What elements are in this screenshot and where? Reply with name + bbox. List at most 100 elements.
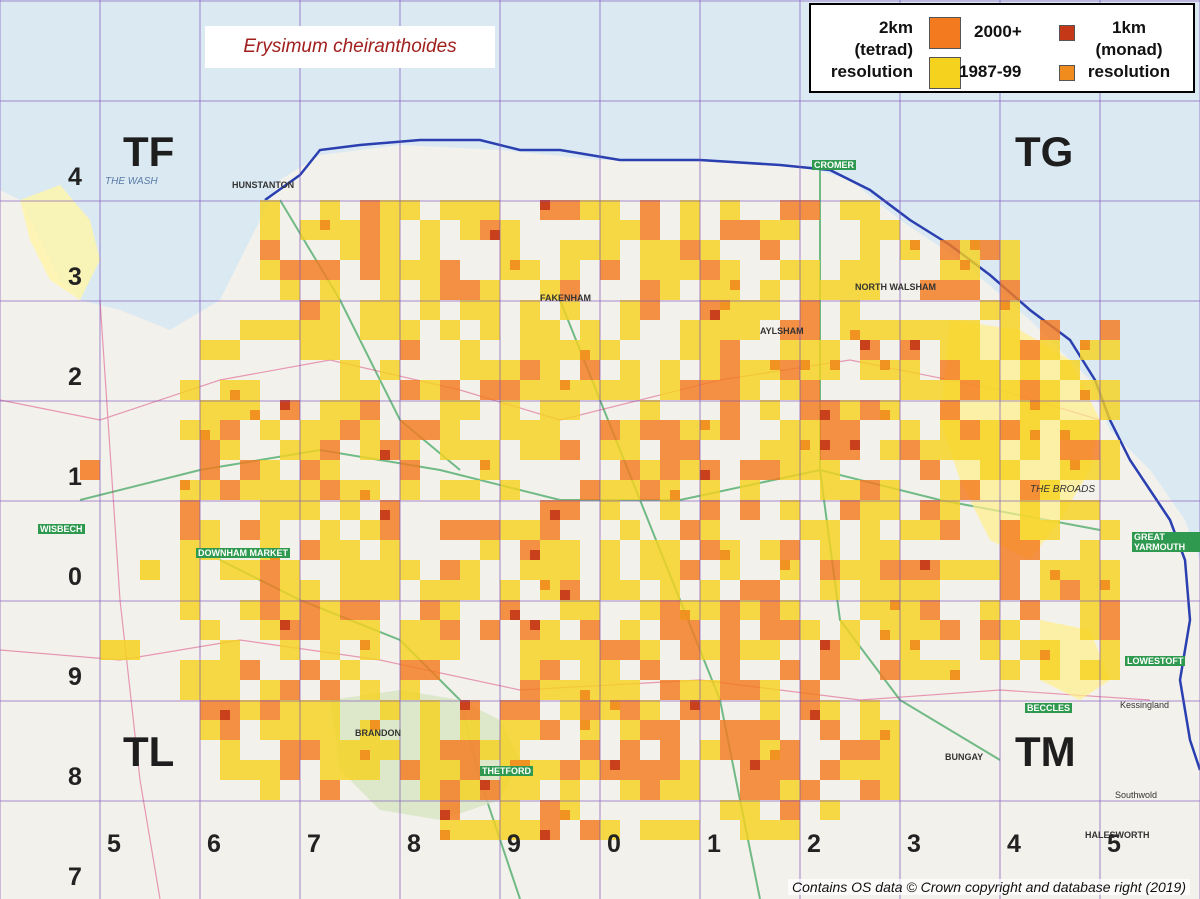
tetrad-cell-old	[320, 400, 340, 420]
tetrad-cell-recent	[580, 740, 600, 760]
tetrad-cell-recent	[460, 520, 480, 540]
tetrad-cell-old	[800, 340, 820, 360]
tetrad-cell-old	[560, 540, 580, 560]
tetrad-cell-old	[760, 640, 780, 660]
tetrad-cell-recent	[860, 480, 880, 500]
monad-cell	[1030, 430, 1040, 440]
tetrad-cell-old	[280, 500, 300, 520]
tetrad-cell-recent	[1060, 580, 1080, 600]
tetrad-cell-old	[260, 220, 280, 240]
monad-cell	[560, 590, 570, 600]
tetrad-cell-old	[940, 380, 960, 400]
tetrad-cell-old	[600, 240, 620, 260]
tetrad-cell-old	[460, 300, 480, 320]
tetrad-cell-old	[780, 340, 800, 360]
tetrad-cell	[80, 460, 100, 480]
tetrad-cell-old	[1080, 540, 1100, 560]
tetrad-cell-recent	[580, 360, 600, 380]
tetrad-cell-old	[900, 660, 920, 680]
tetrad-cell-old	[1040, 520, 1060, 540]
tetrad-cell-old	[420, 740, 440, 760]
tetrad-cell-old	[780, 500, 800, 520]
easting-4: 4	[1007, 830, 1021, 858]
tetrad-cell-old	[1020, 500, 1040, 520]
tetrad-cell-recent	[600, 420, 620, 440]
tetrad-cell-old	[1000, 240, 1020, 260]
tetrad-cell-old	[560, 600, 580, 620]
tetrad-cell-recent	[660, 420, 680, 440]
tetrad-cell-recent	[240, 660, 260, 680]
tetrad-cell-old	[540, 320, 560, 340]
tetrad-cell-old	[500, 240, 520, 260]
tetrad-cell-old	[960, 440, 980, 460]
tetrad-cell-recent	[240, 520, 260, 540]
tetrad-cell-old	[920, 620, 940, 640]
tetrad-cell-recent	[640, 420, 660, 440]
tetrad-cell-old	[700, 240, 720, 260]
tetrad-cell-old	[520, 640, 540, 660]
tetrad-cell-recent	[360, 600, 380, 620]
tetrad-cell-old	[860, 520, 880, 540]
tetrad-cell-old	[700, 320, 720, 340]
tetrad-cell-old	[900, 360, 920, 380]
tetrad-cell-old	[720, 200, 740, 220]
tetrad-cell-old	[220, 440, 240, 460]
tetrad-cell-recent	[840, 500, 860, 520]
monad-cell	[610, 760, 620, 770]
northing-9: 9	[68, 663, 82, 691]
monad-cell	[360, 490, 370, 500]
tetrad-cell-old	[620, 380, 640, 400]
tetrad-cell-old	[540, 680, 560, 700]
tetrad-cell-old	[440, 640, 460, 660]
tetrad-cell-old	[780, 220, 800, 240]
tetrad-cell-old	[540, 400, 560, 420]
tetrad-cell-old	[460, 220, 480, 240]
tetrad-cell-old	[660, 380, 680, 400]
tetrad-cell-old	[1020, 360, 1040, 380]
tetrad-cell-old	[300, 720, 320, 740]
monad-cell	[720, 300, 730, 310]
tetrad-cell-old	[820, 280, 840, 300]
tetrad-cell-old	[1040, 400, 1060, 420]
tetrad-cell-old	[780, 380, 800, 400]
tetrad-cell-old	[600, 380, 620, 400]
tetrad-cell-recent	[300, 260, 320, 280]
tetrad-cell-old	[180, 660, 200, 680]
tetrad-cell-old	[320, 720, 340, 740]
tetrad-cell-old	[240, 380, 260, 400]
tetrad-cell-old	[420, 780, 440, 800]
tetrad-cell-old	[520, 260, 540, 280]
tetrad-cell-old	[1020, 640, 1040, 660]
tetrad-cell-old	[220, 660, 240, 680]
easting-2: 2	[807, 830, 821, 858]
monad-cell	[810, 710, 820, 720]
tetrad-cell-old	[260, 200, 280, 220]
tetrad-cell-old	[300, 500, 320, 520]
tetrad-cell-old	[400, 320, 420, 340]
tetrad-cell-recent	[540, 520, 560, 540]
tetrad-cell-old	[900, 420, 920, 440]
tetrad-cell-old	[240, 600, 260, 620]
tetrad-cell-recent	[360, 400, 380, 420]
tetrad-cell-old	[280, 580, 300, 600]
tetrad-cell-old	[740, 320, 760, 340]
tetrad-cell-old	[320, 420, 340, 440]
tetrad-cell-old	[380, 740, 400, 760]
tetrad-cell-recent	[840, 420, 860, 440]
monad-cell	[750, 760, 760, 770]
tetrad-cell-old	[460, 820, 480, 840]
tetrad-cell-recent	[740, 580, 760, 600]
tetrad-cell-old	[200, 620, 220, 640]
tetrad-cell-old	[760, 280, 780, 300]
tetrad-cell-recent	[280, 260, 300, 280]
tetrad-cell-old	[1060, 500, 1080, 520]
monad-cell	[550, 510, 560, 520]
tetrad-cell-old	[380, 200, 400, 220]
tetrad-cell-recent	[880, 660, 900, 680]
tetrad-cell-old	[540, 620, 560, 640]
monad-cell	[770, 750, 780, 760]
tetrad-cell-recent	[1040, 320, 1060, 340]
monad-cell	[530, 550, 540, 560]
tetrad-cell-old	[440, 600, 460, 620]
tetrad-cell-old	[380, 220, 400, 240]
